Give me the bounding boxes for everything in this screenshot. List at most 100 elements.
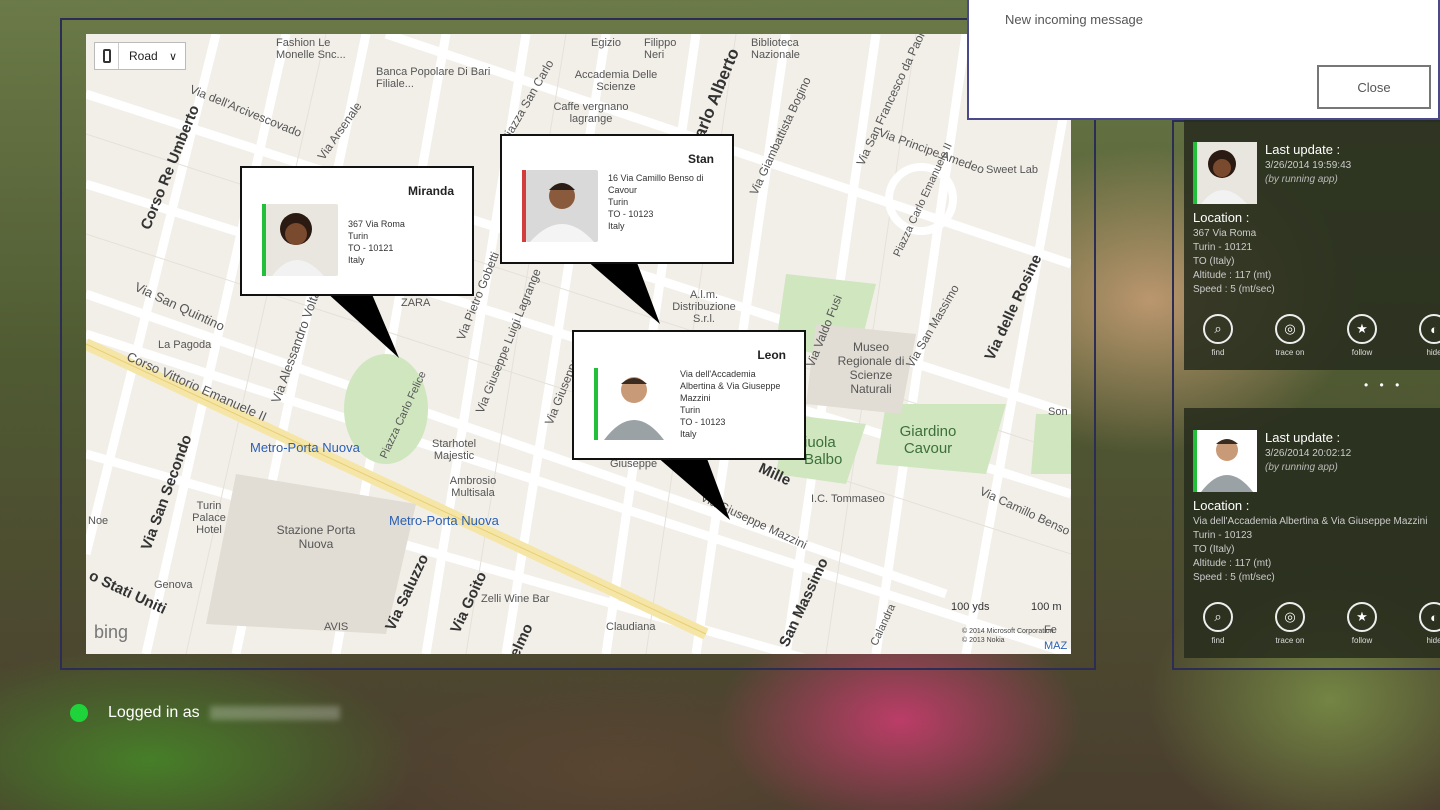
hide-button[interactable]: ◐ hide bbox=[1404, 314, 1440, 357]
last-update-date: 3/26/2014 20:02:12 bbox=[1265, 448, 1352, 459]
avatar bbox=[1197, 142, 1257, 204]
address-line: 16 Via Camillo Benso di bbox=[608, 173, 704, 183]
poi-label: La Pagoda bbox=[158, 339, 212, 351]
poi-label: Noe bbox=[88, 515, 109, 527]
poi-label: Banca Popolare Di Bari Filiale... bbox=[376, 66, 491, 90]
pager-dots[interactable]: • • • bbox=[1364, 378, 1403, 392]
copyright-line: © 2013 Nokia bbox=[962, 637, 1005, 644]
chevron-down-icon: ∨ bbox=[168, 50, 177, 63]
action-label: hide bbox=[1426, 348, 1440, 357]
follow-button[interactable]: ★ follow bbox=[1332, 314, 1392, 357]
address-line: Italy bbox=[680, 429, 697, 439]
contact-photo bbox=[1193, 430, 1257, 492]
update-source: (by running app) bbox=[1265, 174, 1338, 185]
location-line: Speed : 5 (mt/sec) bbox=[1193, 284, 1275, 295]
last-update-date: 3/26/2014 19:59:43 bbox=[1265, 160, 1352, 171]
follow-button[interactable]: ★ follow bbox=[1332, 602, 1392, 645]
address-line: TO - 10121 bbox=[348, 243, 394, 253]
pin-address: 367 Via Roma Turin TO - 10121 Italy bbox=[348, 218, 405, 266]
action-label: find bbox=[1211, 636, 1225, 645]
poi-label: Sweet Lab bbox=[986, 164, 1038, 176]
location-line: 367 Via Roma bbox=[1193, 228, 1257, 239]
address-line: Italy bbox=[348, 255, 365, 265]
address-line: TO - 10123 bbox=[680, 417, 726, 427]
toast-message: New incoming message bbox=[1005, 12, 1144, 27]
copyright-line: © 2014 Microsoft Corporation bbox=[962, 628, 1054, 635]
last-update-label: Last update : bbox=[1265, 142, 1341, 157]
poi-label: Son bbox=[1048, 406, 1068, 418]
search-icon: ⌕ bbox=[1203, 602, 1233, 632]
poi-label: Turin Palace Hotel bbox=[192, 500, 226, 536]
action-label: trace on bbox=[1275, 348, 1305, 357]
address-line: Albertina & Via Giuseppe bbox=[680, 381, 781, 391]
find-button[interactable]: ⌕ find bbox=[1188, 314, 1248, 357]
address-line: Cavour bbox=[608, 185, 638, 195]
pin-name: Stan bbox=[687, 152, 714, 166]
address-line: Turin bbox=[680, 405, 701, 415]
scale-meters: 100 m bbox=[1031, 601, 1062, 613]
pin-leon[interactable]: Leon Via dell'Accademia Albertina & Via … bbox=[572, 330, 806, 460]
pin-photo bbox=[262, 204, 338, 276]
poi-label: Ambrosio Multisala bbox=[449, 475, 497, 499]
poi-label: Stazione Porta Nuova bbox=[276, 523, 356, 551]
poi-label: Biblioteca Nazionale bbox=[751, 37, 800, 61]
avatar bbox=[526, 170, 598, 242]
last-update-label: Last update : bbox=[1265, 430, 1341, 445]
poi-label: Egizio bbox=[591, 37, 621, 49]
metro-label: Metro-Porta Nuova bbox=[389, 513, 499, 528]
pin-photo bbox=[594, 368, 670, 440]
trace-on-button[interactable]: ◎ trace on bbox=[1260, 602, 1320, 645]
close-button[interactable]: Close bbox=[1317, 65, 1431, 109]
device-icon bbox=[95, 43, 119, 69]
map-type-selector[interactable]: Road ∨ bbox=[94, 42, 186, 70]
action-label: follow bbox=[1351, 348, 1373, 357]
contact-card: Last update : 3/26/2014 19:59:43 (by run… bbox=[1184, 120, 1440, 370]
metro-label: Metro-Porta Nuova bbox=[250, 440, 360, 455]
action-label: find bbox=[1211, 348, 1225, 357]
trace-on-button[interactable]: ◎ trace on bbox=[1260, 314, 1320, 357]
map-copyright: © 2014 Microsoft Corporation © 2013 Noki… bbox=[962, 627, 1054, 645]
poi-label: Accademia Delle Scienze bbox=[574, 69, 658, 93]
poi-label: Genova bbox=[154, 579, 193, 591]
pin-stan[interactable]: Stan 16 Via Camillo Benso di Cavour Turi… bbox=[500, 134, 734, 264]
park-label: iuola Balbo bbox=[804, 434, 843, 468]
online-indicator bbox=[70, 704, 88, 722]
pin-pointer bbox=[656, 456, 730, 520]
location-line: Via dell'Accademia Albertina & Via Giuse… bbox=[1193, 516, 1428, 527]
find-button[interactable]: ⌕ find bbox=[1188, 602, 1248, 645]
location-label: Location : bbox=[1193, 210, 1250, 225]
address-line: Turin bbox=[608, 197, 629, 207]
hide-icon: ◐ bbox=[1419, 602, 1440, 632]
update-source: (by running app) bbox=[1265, 462, 1338, 473]
pin-pointer bbox=[326, 292, 399, 358]
action-label: hide bbox=[1426, 636, 1440, 645]
scale-yards: 100 yds bbox=[951, 601, 990, 613]
location-line: Altitude : 117 (mt) bbox=[1193, 270, 1272, 281]
location-line: Turin - 10121 bbox=[1193, 242, 1253, 253]
avatar bbox=[1197, 430, 1257, 492]
action-label: trace on bbox=[1275, 636, 1305, 645]
runner-icon: ★ bbox=[1347, 314, 1377, 344]
poi-label: Zelli Wine Bar bbox=[481, 593, 550, 605]
location-line: Turin - 10123 bbox=[1193, 530, 1253, 541]
hide-button[interactable]: ◐ hide bbox=[1404, 602, 1440, 645]
pin-miranda[interactable]: Miranda 367 Via Roma Turin TO - 10121 It… bbox=[240, 166, 474, 296]
map-type-label: Road bbox=[129, 49, 158, 63]
location-line: TO (Italy) bbox=[1193, 544, 1235, 555]
address-line: Turin bbox=[348, 231, 369, 241]
poi-label: Claudiana bbox=[606, 621, 656, 633]
location-line: Speed : 5 (mt/sec) bbox=[1193, 572, 1275, 583]
bing-logo: bing bbox=[94, 622, 129, 642]
pin-pointer bbox=[586, 260, 660, 324]
poi-label: A.l.m. Distribuzione S.r.l. bbox=[672, 289, 736, 325]
search-icon: ⌕ bbox=[1203, 314, 1233, 344]
poi-label: Fashion Le Monelle Snc... bbox=[276, 37, 346, 61]
redacted-username bbox=[209, 706, 340, 720]
avatar bbox=[266, 204, 338, 276]
map-view[interactable]: Corso Re Umberto Via San Quintino Corso … bbox=[86, 34, 1071, 654]
avatar bbox=[598, 368, 670, 440]
contact-card: Last update : 3/26/2014 20:02:12 (by run… bbox=[1184, 408, 1440, 658]
location-line: TO (Italy) bbox=[1193, 256, 1235, 267]
poi-label: Filippo Neri bbox=[644, 37, 677, 61]
hide-icon: ◐ bbox=[1419, 314, 1440, 344]
